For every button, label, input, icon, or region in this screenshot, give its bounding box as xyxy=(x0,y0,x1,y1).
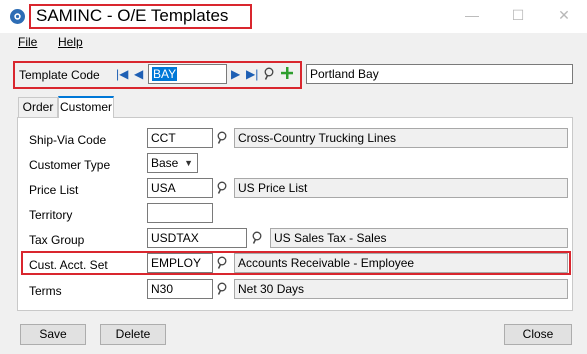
search-icon[interactable] xyxy=(264,67,276,81)
tax-group-description: US Sales Tax - Sales xyxy=(270,228,568,248)
first-record-icon[interactable]: |◀ xyxy=(116,67,128,81)
price-list-input[interactable]: USA xyxy=(147,178,213,198)
customer-type-label: Customer Type xyxy=(29,158,111,172)
template-code-value: BAY xyxy=(152,67,178,81)
price-list-description: US Price List xyxy=(234,178,568,198)
ship-via-label: Ship-Via Code xyxy=(29,133,107,147)
tab-customer[interactable]: Customer xyxy=(58,96,114,118)
terms-description: Net 30 Days xyxy=(234,279,568,299)
close-button[interactable]: Close xyxy=(504,324,572,345)
terms-label: Terms xyxy=(29,284,62,298)
add-icon[interactable] xyxy=(281,67,293,79)
cust-acct-set-description: Accounts Receivable - Employee xyxy=(234,253,568,273)
cust-acct-set-label: Cust. Acct. Set xyxy=(29,258,108,272)
territory-label: Territory xyxy=(29,208,73,222)
save-button[interactable]: Save xyxy=(20,324,86,345)
customer-type-select[interactable]: Base ▼ xyxy=(147,153,198,173)
delete-button[interactable]: Delete xyxy=(100,324,166,345)
territory-input[interactable] xyxy=(147,203,213,223)
menu-help[interactable]: Help xyxy=(58,35,83,49)
last-record-icon[interactable]: ▶| xyxy=(246,67,258,81)
menu-bar xyxy=(0,33,587,53)
terms-search-icon[interactable] xyxy=(217,282,229,296)
cust-acct-set-input[interactable]: EMPLOY xyxy=(147,253,213,273)
template-code-label: Template Code xyxy=(19,68,100,82)
price-list-label: Price List xyxy=(29,183,79,197)
close-window-button[interactable]: ✕ xyxy=(541,0,587,31)
ship-via-description: Cross-Country Trucking Lines xyxy=(234,128,568,148)
customer-type-value: Base xyxy=(151,156,179,170)
menu-file[interactable]: File xyxy=(18,35,37,49)
ship-via-search-icon[interactable] xyxy=(217,131,229,145)
tax-group-label: Tax Group xyxy=(29,233,85,247)
terms-input[interactable]: N30 xyxy=(147,279,213,299)
price-list-search-icon[interactable] xyxy=(217,181,229,195)
maximize-button[interactable]: ☐ xyxy=(495,0,541,31)
template-code-input[interactable]: BAY xyxy=(148,64,227,84)
previous-record-icon[interactable]: ◀ xyxy=(134,67,143,81)
tax-group-input[interactable]: USDTAX xyxy=(147,228,247,248)
tax-group-search-icon[interactable] xyxy=(252,231,264,245)
cust-acct-set-search-icon[interactable] xyxy=(217,256,229,270)
app-gear-icon xyxy=(10,9,25,24)
ship-via-input[interactable]: CCT xyxy=(147,128,213,148)
template-description-field[interactable]: Portland Bay xyxy=(306,64,573,84)
chevron-down-icon: ▼ xyxy=(184,158,193,168)
window-title: SAMINC - O/E Templates xyxy=(36,6,229,25)
tab-order[interactable]: Order xyxy=(18,97,58,118)
next-record-icon[interactable]: ▶ xyxy=(231,67,240,81)
minimize-button[interactable]: — xyxy=(449,0,495,31)
